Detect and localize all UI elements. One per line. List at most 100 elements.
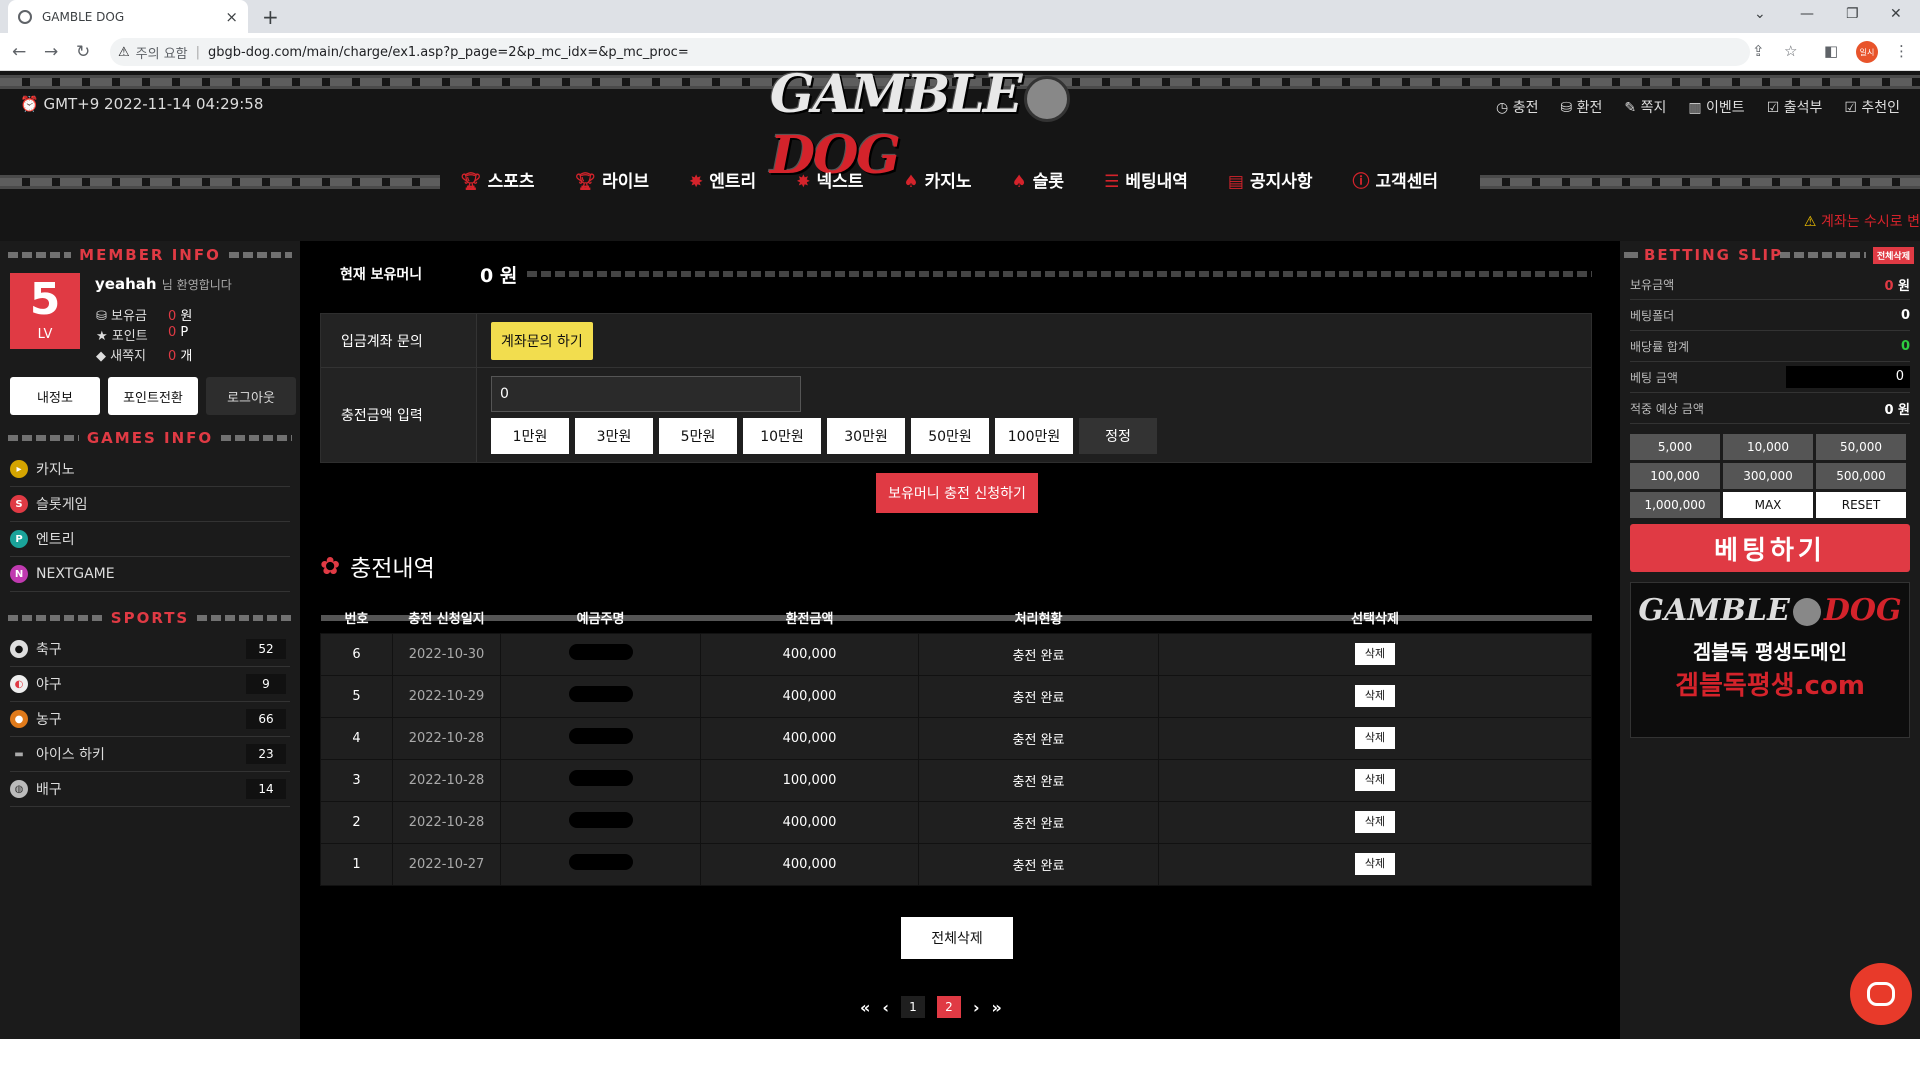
delete-button[interactable]: 삭제 [1355, 727, 1395, 749]
clear-all-button[interactable]: 전체삭제 [1872, 247, 1914, 264]
close-icon[interactable]: × [225, 8, 238, 26]
prev-page-icon[interactable]: ‹ [882, 998, 889, 1017]
amount-button-100k[interactable]: 10만원 [743, 418, 821, 454]
game-item-casino[interactable]: ▸ 카지노 [10, 452, 290, 487]
game-label: 카지노 [36, 462, 75, 478]
bet-amount-input[interactable]: 0 [1786, 366, 1910, 388]
browser-tab[interactable]: GAMBLE DOG × [8, 0, 248, 33]
restore-icon[interactable]: ❐ [1846, 6, 1859, 22]
amount-button-30k[interactable]: 3만원 [575, 418, 653, 454]
address-bar[interactable]: ⚠ 주의 요함 | gbgb-dog.com/main/charge/ex1.a… [110, 38, 1750, 66]
delete-all-button[interactable]: 전체삭제 [901, 917, 1013, 959]
top-link-label: 쪽지 [1640, 100, 1667, 116]
my-info-button[interactable]: 내정보 [10, 377, 100, 415]
submit-charge-button[interactable]: 보유머니 충전 신청하기 [876, 473, 1038, 513]
sport-item-basketball[interactable]: ● 농구 66 [10, 702, 290, 737]
game-item-entry[interactable]: P 엔트리 [10, 522, 290, 557]
amount-button-300k[interactable]: 30만원 [827, 418, 905, 454]
top-link-referral[interactable]: ☑ 추천인 [1844, 97, 1900, 117]
last-page-icon[interactable]: » [992, 998, 1002, 1017]
delete-button[interactable]: 삭제 [1355, 853, 1395, 875]
game-item-nextgame[interactable]: N NEXTGAME [10, 557, 290, 592]
bet-button-50000[interactable]: 50,000 [1816, 434, 1906, 460]
menu-dots-icon[interactable]: ⋮ [1894, 42, 1909, 60]
site-logo[interactable]: GAMBLEDOG [770, 64, 1120, 186]
sport-count: 52 [246, 639, 286, 659]
new-tab-icon[interactable]: + [262, 5, 279, 29]
back-icon[interactable]: ← [12, 42, 26, 62]
bet-max-button[interactable]: MAX [1723, 492, 1813, 518]
delete-button[interactable]: 삭제 [1355, 811, 1395, 833]
page-2[interactable]: 2 [936, 996, 961, 1018]
amount-button-50k[interactable]: 5만원 [659, 418, 737, 454]
window-close-icon[interactable]: ✕ [1890, 6, 1902, 22]
charge-amount-input[interactable]: 0 [491, 376, 801, 412]
next-page-icon[interactable]: › [973, 998, 980, 1017]
amount-reset-button[interactable]: 정정 [1079, 418, 1157, 454]
col-action: 선택삭제 [1158, 603, 1592, 633]
bet-button-1000000[interactable]: 1,000,000 [1630, 492, 1720, 518]
nav-bet-history[interactable]: ☰ 베팅내역 [1104, 167, 1188, 192]
nav-support[interactable]: ⓘ 고객센터 [1353, 167, 1439, 192]
delete-button[interactable]: 삭제 [1355, 643, 1395, 665]
amount-button-10k[interactable]: 1만원 [491, 418, 569, 454]
entry-icon: P [10, 530, 28, 548]
nav-slot[interactable]: ♠ 슬롯 [1012, 167, 1065, 192]
top-link-event[interactable]: ▥ 이벤트 [1688, 97, 1744, 117]
logout-button[interactable]: 로그아웃 [206, 377, 296, 415]
bet-button-10000[interactable]: 10,000 [1723, 434, 1813, 460]
nav-casino[interactable]: ♠ 카지노 [903, 167, 971, 192]
row-action: 삭제 [1158, 716, 1592, 760]
domain-banner[interactable]: GAMBLE DOG 겜블독 평생도메인 겜블독평생.com [1630, 582, 1910, 738]
game-item-slot[interactable]: S 슬롯게임 [10, 487, 290, 522]
stat-message[interactable]: ◆ 새쪽지 0 개 [96, 345, 192, 364]
bet-button-100000[interactable]: 100,000 [1630, 463, 1720, 489]
bet-button-300000[interactable]: 300,000 [1723, 463, 1813, 489]
delete-button[interactable]: 삭제 [1355, 685, 1395, 707]
sport-label: 아이스 하키 [36, 747, 105, 763]
delete-button[interactable]: 삭제 [1355, 769, 1395, 791]
first-page-icon[interactable]: « [860, 998, 870, 1017]
bet-button-5000[interactable]: 5,000 [1630, 434, 1720, 460]
tab-search-icon[interactable]: ⌄ [1754, 6, 1766, 22]
warning-icon[interactable]: ⚠ [118, 45, 130, 60]
slip-label: 보유금액 [1630, 277, 1675, 292]
table-row: 4 2022-10-28 400,000 충전 완료 삭제 [320, 716, 1592, 760]
live-chat-button[interactable] [1850, 963, 1912, 1025]
nav-sports[interactable]: 🏆︎ 스포츠 [460, 167, 535, 192]
nav-live[interactable]: 🏆︎ 라이브 [575, 167, 650, 192]
stat-unit: 원 [180, 309, 193, 324]
top-link-exchange[interactable]: ⛁ 환전 [1560, 97, 1602, 117]
reload-icon[interactable]: ↻ [76, 42, 90, 62]
sport-item-icehockey[interactable]: ▬ 아이스 하키 23 [10, 737, 290, 772]
row-no: 3 [320, 758, 393, 802]
place-bet-button[interactable]: 베팅하기 [1630, 524, 1910, 572]
warning-icon: ⚠ [1803, 214, 1817, 230]
bet-button-500000[interactable]: 500,000 [1816, 463, 1906, 489]
nav-entry[interactable]: ✸ 엔트리 [689, 167, 756, 192]
sport-item-soccer[interactable]: ● 축구 52 [10, 632, 290, 667]
page-1[interactable]: 1 [900, 996, 925, 1018]
top-link-charge[interactable]: ◷ 충전 [1496, 97, 1538, 117]
profile-avatar[interactable]: 일시 [1856, 41, 1878, 63]
nav-next[interactable]: ✸ 넥스트 [796, 167, 863, 192]
nav-label: 슬롯 [1032, 172, 1065, 192]
amount-button-500k[interactable]: 50만원 [911, 418, 989, 454]
amount-button-1m[interactable]: 100만원 [995, 418, 1073, 454]
side-panel-icon[interactable]: ◧ [1824, 42, 1838, 60]
sport-item-volleyball[interactable]: ◍ 배구 14 [10, 772, 290, 807]
bookmark-star-icon[interactable]: ☆ [1784, 42, 1797, 60]
minimize-icon[interactable]: — [1800, 6, 1814, 22]
share-icon[interactable]: ⇪ [1752, 42, 1765, 60]
slip-label: 적중 예상 금액 [1630, 401, 1704, 416]
nav-notice[interactable]: ▤ 공지사항 [1228, 167, 1313, 192]
chat-bubble-icon [1867, 982, 1895, 1006]
forward-icon[interactable]: → [44, 42, 58, 62]
top-link-message[interactable]: ✎ 쪽지 [1624, 97, 1666, 117]
sport-item-baseball[interactable]: ◐ 야구 9 [10, 667, 290, 702]
point-convert-button[interactable]: 포인트전환 [108, 377, 198, 415]
bet-reset-button[interactable]: RESET [1816, 492, 1906, 518]
top-link-attendance[interactable]: ☑ 출석부 [1767, 97, 1823, 117]
account-inquiry-button[interactable]: 계좌문의 하기 [491, 322, 593, 360]
